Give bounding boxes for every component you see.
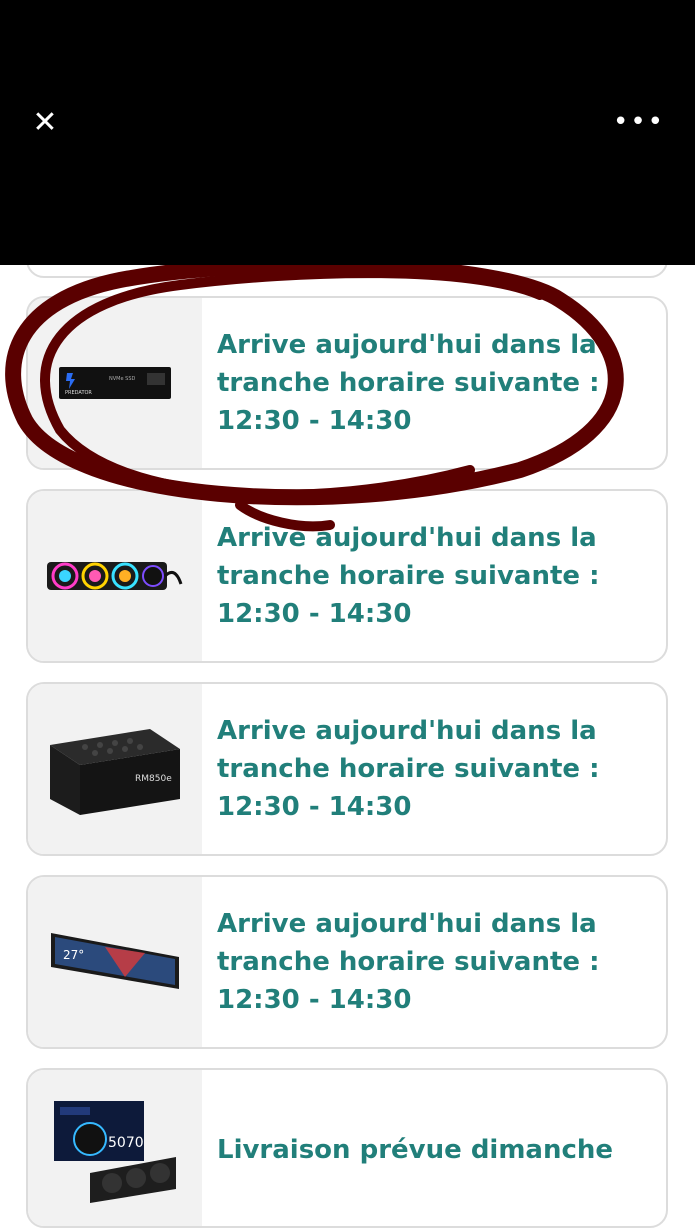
product-image-cpu-cooler bbox=[28, 491, 202, 661]
svg-text:NVMe SSD: NVMe SSD bbox=[109, 376, 135, 382]
product-image-graphics-card: 5070 bbox=[28, 1070, 202, 1226]
more-horizontal-icon[interactable]: ••• bbox=[613, 107, 665, 137]
gpu-model-text: 5070 bbox=[108, 1135, 144, 1151]
delivery-status: Arrive aujourd'hui dans la tranche horai… bbox=[217, 909, 600, 1015]
product-image-ssd: NVMe SSD PREDATOR bbox=[28, 298, 202, 468]
product-image-power-supply: RM850e bbox=[28, 684, 202, 854]
display-temp-text: 27° bbox=[63, 948, 84, 962]
close-icon[interactable]: ✕ bbox=[30, 108, 60, 138]
delivery-card-cooler[interactable]: Arrive aujourd'hui dans la tranche horai… bbox=[26, 489, 668, 663]
delivery-status: Arrive aujourd'hui dans la tranche horai… bbox=[217, 523, 600, 629]
delivery-card-ssd[interactable]: NVMe SSD PREDATOR Arrive aujourd'hui dan… bbox=[26, 296, 668, 470]
delivery-status: Livraison prévue dimanche bbox=[217, 1135, 614, 1165]
delivery-card-psu[interactable]: RM850e Arrive aujourd'hui dans la tranch… bbox=[26, 682, 668, 856]
psu-model-text: RM850e bbox=[135, 774, 172, 784]
delivery-card-display[interactable]: 27° Arrive aujourd'hui dans la tranche h… bbox=[26, 875, 668, 1049]
delivery-card-gpu[interactable]: 5070 Livraison prévue dimanche bbox=[26, 1068, 668, 1228]
ssd-brand-text: PREDATOR bbox=[65, 390, 92, 396]
product-image-lcd-display: 27° bbox=[28, 877, 202, 1047]
viewer-top-bar: ✕ ••• bbox=[0, 0, 695, 265]
delivery-status: Arrive aujourd'hui dans la tranche horai… bbox=[217, 716, 600, 822]
delivery-status: Arrive aujourd'hui dans la tranche horai… bbox=[217, 330, 600, 436]
